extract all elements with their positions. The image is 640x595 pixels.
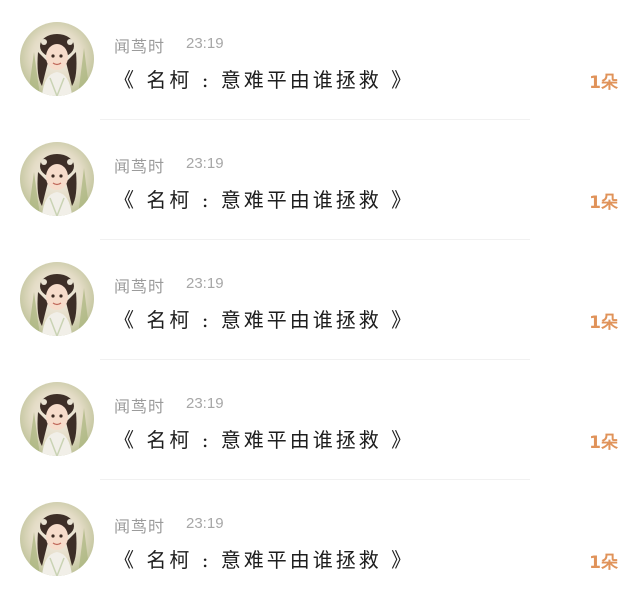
flower-count: 1朵 — [589, 313, 618, 333]
message-text: 《 名柯 : 意难平由谁拯救 》 — [114, 548, 415, 572]
sender-name[interactable]: 闻茑时 — [114, 153, 165, 177]
anime-girl-avatar-icon — [28, 274, 90, 336]
flower-count: 1朵 — [589, 193, 618, 213]
flower-count: 1朵 — [589, 73, 618, 93]
timestamp: 23:19 — [186, 35, 224, 52]
flower-count: 1朵 — [589, 553, 618, 573]
list-item[interactable]: 闻茑时 23:19 《 名柯 : 意难平由谁拯救 》 1朵 — [0, 480, 640, 595]
anime-girl-avatar-icon — [28, 514, 90, 576]
timestamp: 23:19 — [186, 155, 224, 172]
avatar[interactable] — [20, 22, 94, 96]
message-text: 《 名柯 : 意难平由谁拯救 》 — [114, 188, 415, 212]
avatar[interactable] — [20, 262, 94, 336]
list-item[interactable]: 闻茑时 23:19 《 名柯 : 意难平由谁拯救 》 1朵 — [0, 360, 640, 480]
avatar[interactable] — [20, 382, 94, 456]
list-item[interactable]: 闻茑时 23:19 《 名柯 : 意难平由谁拯救 》 1朵 — [0, 120, 640, 240]
message-text: 《 名柯 : 意难平由谁拯救 》 — [114, 308, 415, 332]
anime-girl-avatar-icon — [28, 154, 90, 216]
gift-list: 闻茑时 23:19 《 名柯 : 意难平由谁拯救 》 1朵 闻茑时 23:19 … — [0, 0, 640, 595]
timestamp: 23:19 — [186, 515, 224, 532]
timestamp: 23:19 — [186, 275, 224, 292]
list-item[interactable]: 闻茑时 23:19 《 名柯 : 意难平由谁拯救 》 1朵 — [0, 240, 640, 360]
timestamp: 23:19 — [186, 395, 224, 412]
avatar[interactable] — [20, 502, 94, 576]
sender-name[interactable]: 闻茑时 — [114, 513, 165, 537]
message-text: 《 名柯 : 意难平由谁拯救 》 — [114, 428, 415, 452]
avatar[interactable] — [20, 142, 94, 216]
message-text: 《 名柯 : 意难平由谁拯救 》 — [114, 68, 415, 92]
anime-girl-avatar-icon — [28, 394, 90, 456]
sender-name[interactable]: 闻茑时 — [114, 273, 165, 297]
list-item[interactable]: 闻茑时 23:19 《 名柯 : 意难平由谁拯救 》 1朵 — [0, 0, 640, 120]
sender-name[interactable]: 闻茑时 — [114, 33, 165, 57]
flower-count: 1朵 — [589, 433, 618, 453]
sender-name[interactable]: 闻茑时 — [114, 393, 165, 417]
anime-girl-avatar-icon — [28, 34, 90, 96]
